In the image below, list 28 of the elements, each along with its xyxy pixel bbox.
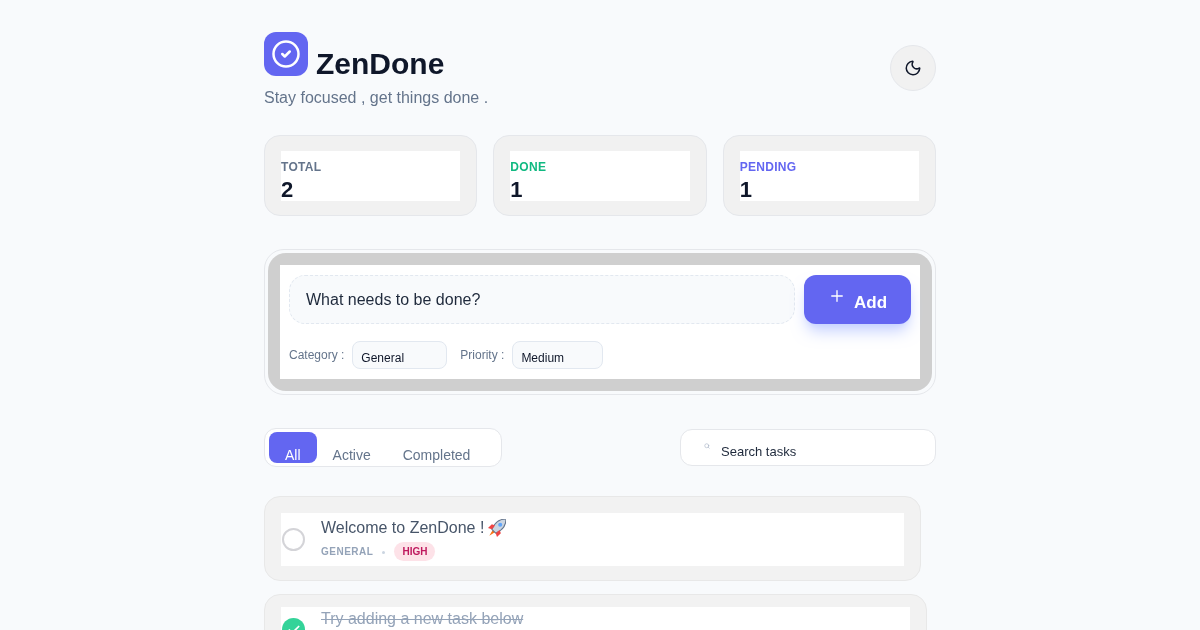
- app-subtitle: Stay focused , get things done .: [264, 90, 489, 106]
- search-field[interactable]: Search tasks: [680, 429, 936, 466]
- stat-value: 1: [510, 179, 524, 201]
- task-title: Try adding a new task below: [321, 610, 524, 628]
- logo-icon: [264, 32, 308, 76]
- category-label: Category :: [289, 347, 345, 364]
- stat-value: 2: [281, 179, 295, 201]
- filter-tab[interactable]: All: [269, 432, 317, 463]
- filter-tab[interactable]: Active: [316, 432, 387, 463]
- priority-badge: HIGH: [394, 541, 436, 561]
- filter-tab[interactable]: Completed: [386, 432, 487, 463]
- stat-label: TOTAL: [281, 161, 323, 173]
- task-input-field[interactable]: What needs to be done?: [289, 275, 795, 324]
- search-icon: [704, 443, 710, 449]
- add-button[interactable]: Add: [804, 275, 911, 324]
- stat-label: DONE: [510, 161, 548, 173]
- stat-value: 1: [739, 179, 753, 201]
- category-label: GENERAL: [321, 544, 374, 559]
- moon-icon: [904, 59, 922, 77]
- app-title: ZenDone: [316, 49, 445, 79]
- theme-toggle-button[interactable]: [890, 45, 936, 91]
- checkbox-icon[interactable]: [282, 528, 305, 551]
- stat-label: PENDING: [739, 161, 798, 173]
- priority-select[interactable]: Medium: [512, 341, 604, 369]
- task-title: Welcome to ZenDone !: [321, 518, 485, 537]
- category-select[interactable]: General: [352, 341, 448, 369]
- priority-label: Priority :: [460, 347, 505, 364]
- rocket-icon: [488, 518, 507, 537]
